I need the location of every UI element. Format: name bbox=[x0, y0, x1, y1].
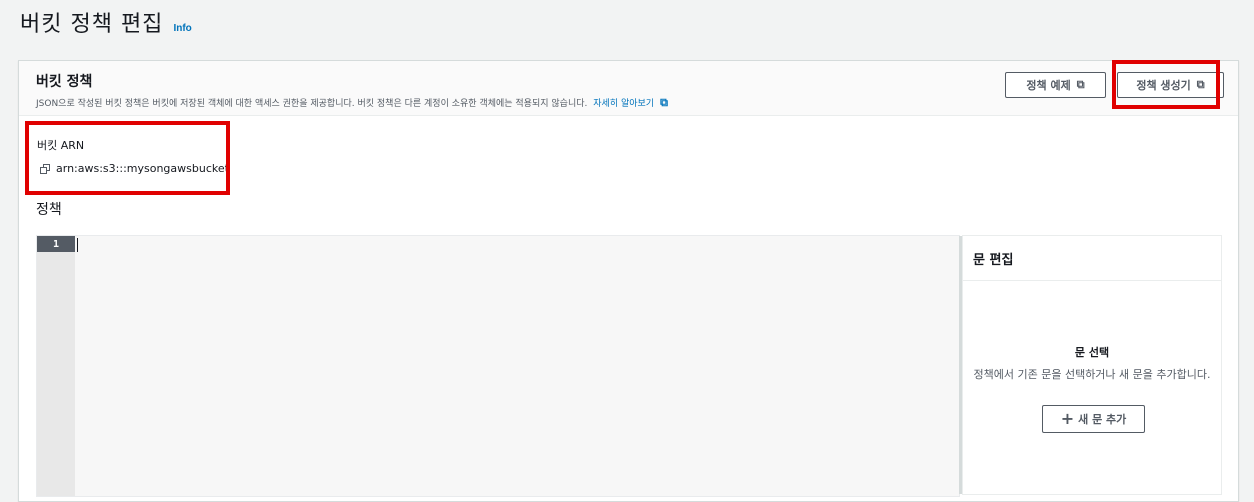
panel-description-text: JSON으로 작성된 버킷 정책은 버킷에 저장된 객체에 대한 액세스 권한을… bbox=[36, 99, 588, 109]
editor-cursor bbox=[77, 238, 78, 252]
policy-examples-button[interactable]: 정책 예제 ⧉ bbox=[1005, 72, 1106, 98]
highlight-box-arn bbox=[25, 121, 230, 195]
learn-more-label: 자세히 알아보기 bbox=[593, 99, 655, 109]
statement-select-title: 문 선택 bbox=[1074, 346, 1110, 359]
add-statement-button[interactable]: + 새 문 추가 bbox=[1042, 405, 1145, 433]
info-link[interactable]: Info bbox=[173, 23, 191, 34]
policy-label: 정책 bbox=[36, 202, 62, 218]
editor-gutter bbox=[37, 236, 75, 496]
learn-more-link[interactable]: 자세히 알아보기 ⧉ bbox=[593, 96, 668, 109]
statement-select-description: 정책에서 기존 문을 선택하거나 새 문을 추가합니다. bbox=[973, 368, 1211, 381]
highlight-box-generator bbox=[1112, 60, 1220, 109]
page-header: 버킷 정책 편집 Info bbox=[20, 6, 192, 38]
plus-icon: + bbox=[1060, 409, 1075, 428]
panel-description: JSON으로 작성된 버킷 정책은 버킷에 저장된 객체에 대한 액세스 권한을… bbox=[36, 96, 668, 110]
add-statement-label: 새 문 추가 bbox=[1078, 413, 1127, 426]
line-number: 1 bbox=[37, 236, 75, 252]
edit-statement-panel: 문 편집 문 선택 정책에서 기존 문을 선택하거나 새 문을 추가합니다. +… bbox=[959, 235, 1222, 495]
statement-panel-header: 문 편집 bbox=[963, 236, 1221, 281]
external-link-icon: ⧉ bbox=[1076, 78, 1085, 91]
panel-title: 버킷 정책 bbox=[36, 74, 93, 90]
external-link-icon: ⧉ bbox=[660, 96, 668, 109]
panel-header: 버킷 정책 JSON으로 작성된 버킷 정책은 버킷에 저장된 객체에 대한 액… bbox=[19, 61, 1238, 116]
policy-editor[interactable]: 1 bbox=[36, 235, 960, 497]
policy-examples-label: 정책 예제 bbox=[1026, 79, 1071, 92]
page-title: 버킷 정책 편집 bbox=[20, 12, 164, 37]
